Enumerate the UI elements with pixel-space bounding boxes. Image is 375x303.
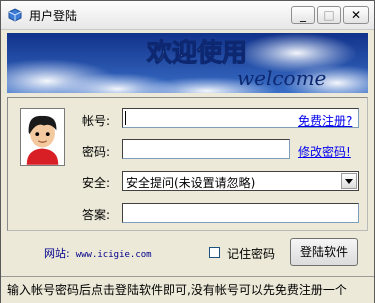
- banner-graphic: 欢迎使用 welcome: [7, 33, 368, 93]
- answer-input[interactable]: [122, 203, 359, 223]
- avatar-icon: [20, 108, 65, 166]
- password-label: 密码:: [82, 145, 111, 159]
- security-label: 安全:: [82, 176, 111, 190]
- status-text: 输入帐号密码后点击登陆软件即可,没有帐号可以先免费注册一个: [7, 283, 347, 297]
- status-bar: 输入帐号密码后点击登陆软件即可,没有帐号可以先免费注册一个: [1, 276, 374, 303]
- login-form: 帐号: 免费注册? 密码: 修改密码! 安全: 安全提问(未设置请忽略) 答案:: [7, 97, 368, 231]
- login-window: 用户登陆 _ □ ✕ 欢迎使用 welcome 帐号: 免费注册? 密码: 修改…: [0, 0, 375, 303]
- close-button[interactable]: ✕: [343, 6, 369, 24]
- window-title: 用户登陆: [29, 9, 78, 23]
- login-button[interactable]: 登陆软件: [290, 238, 358, 266]
- chevron-down-icon[interactable]: [341, 173, 357, 189]
- security-selected-value: 安全提问(未设置请忽略): [126, 176, 256, 190]
- welcome-banner: 欢迎使用 welcome: [7, 33, 368, 93]
- website-label: 网站:: [44, 247, 70, 260]
- website-info: 网站: www.icigie.com: [44, 245, 152, 261]
- minimize-button[interactable]: _: [291, 6, 315, 24]
- title-bar[interactable]: 用户登陆 _ □ ✕: [1, 1, 374, 30]
- security-question-select[interactable]: 安全提问(未设置请忽略): [122, 171, 359, 191]
- banner-subheading: welcome: [237, 66, 326, 90]
- remember-password-checkbox[interactable]: [209, 247, 220, 258]
- register-link[interactable]: 免费注册?: [298, 112, 352, 129]
- change-password-link[interactable]: 修改密码!: [298, 143, 351, 160]
- answer-label: 答案:: [82, 208, 111, 222]
- account-label: 帐号:: [82, 114, 111, 128]
- app-icon: [8, 8, 22, 22]
- maximize-button[interactable]: □: [317, 6, 341, 24]
- remember-password-label[interactable]: 记住密码: [227, 245, 275, 262]
- banner-heading: 欢迎使用: [146, 38, 247, 67]
- password-input[interactable]: [122, 139, 290, 159]
- website-link[interactable]: www.icigie.com: [76, 250, 152, 260]
- text-caret: [125, 111, 126, 125]
- bottom-bar: 网站: www.icigie.com 记住密码 登陆软件: [7, 235, 368, 271]
